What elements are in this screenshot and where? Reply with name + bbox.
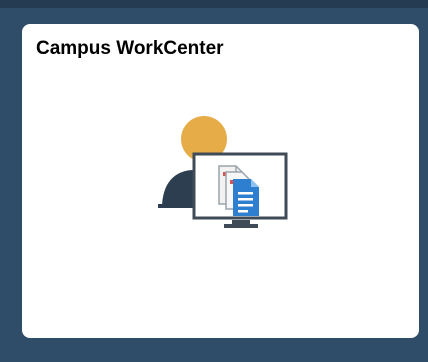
person-monitor-document-icon — [156, 112, 290, 230]
campus-workcenter-tile[interactable]: Campus WorkCenter — [22, 24, 419, 338]
top-strip — [0, 0, 428, 8]
tile-title: Campus WorkCenter — [36, 38, 224, 59]
